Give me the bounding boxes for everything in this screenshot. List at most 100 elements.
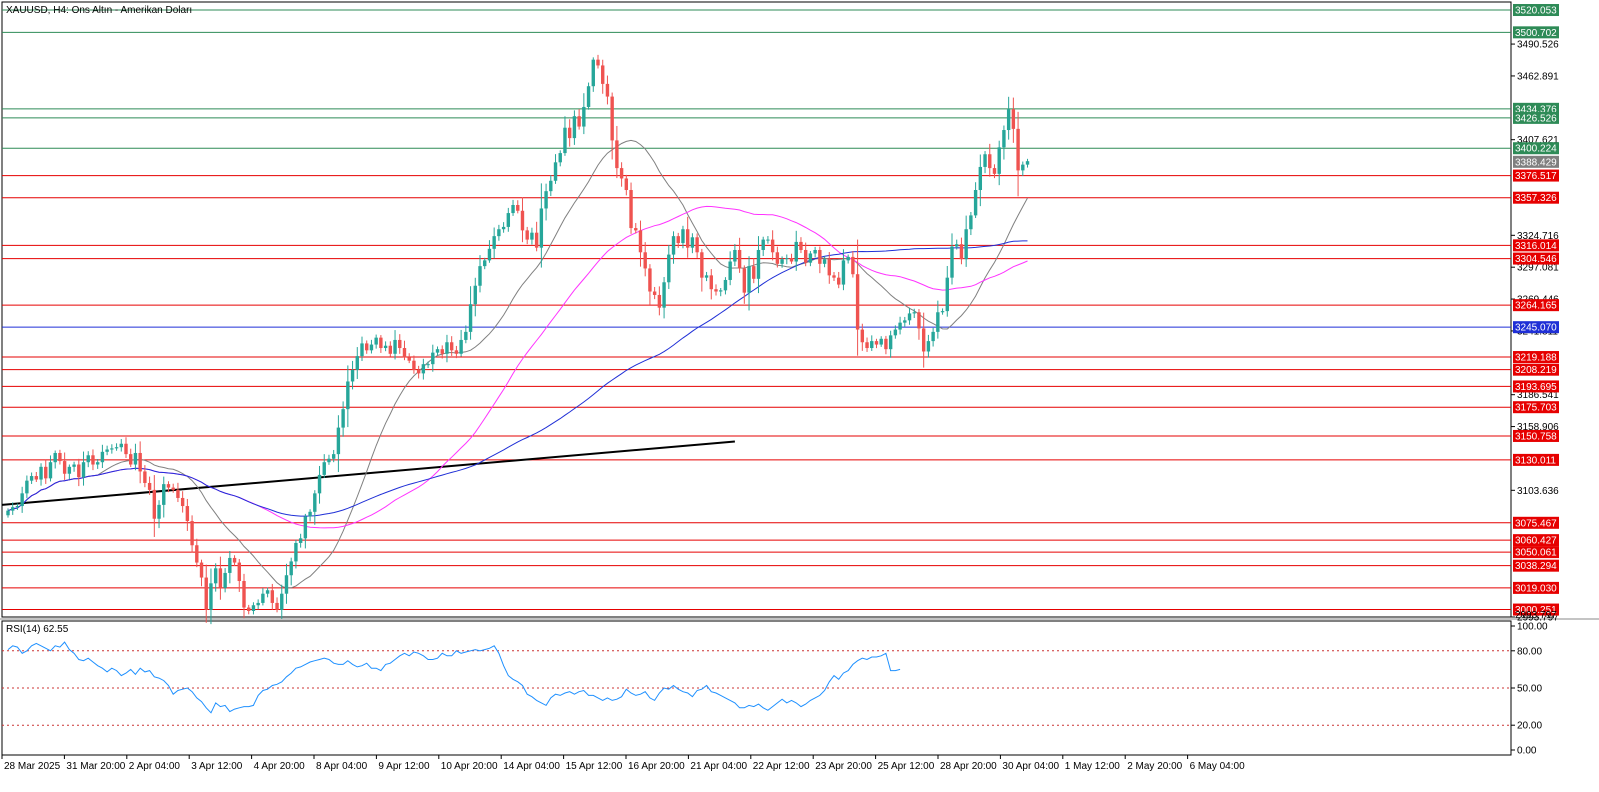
candle-up xyxy=(468,304,473,332)
candle-down xyxy=(516,204,520,211)
candle-down xyxy=(91,455,95,465)
candle-down xyxy=(742,268,747,293)
level-label: 3060.427 xyxy=(1515,536,1557,547)
candle-up xyxy=(393,339,397,354)
candle-up xyxy=(223,572,227,588)
level-label: 3175.703 xyxy=(1515,403,1557,414)
candle-down xyxy=(534,232,539,248)
time-tick-label: 8 Apr 04:00 xyxy=(316,761,368,772)
level-label: 3019.030 xyxy=(1515,583,1557,594)
time-tick-label: 28 Apr 20:00 xyxy=(940,761,997,772)
candle-up xyxy=(761,239,765,250)
candle-down xyxy=(520,210,525,231)
candle-down xyxy=(398,339,402,349)
candle-up xyxy=(459,339,463,354)
rsi-label: RSI(14) 62.55 xyxy=(6,624,69,635)
time-tick-label: 1 May 12:00 xyxy=(1065,761,1120,772)
candle-up xyxy=(261,593,265,603)
candle-down xyxy=(449,342,454,351)
price-tick-label: 3103.636 xyxy=(1517,486,1559,497)
candle-up xyxy=(964,229,968,260)
candle-down xyxy=(152,489,157,519)
candle-up xyxy=(530,232,534,240)
candle-down xyxy=(874,341,879,345)
candle-up xyxy=(728,261,732,280)
candle-up xyxy=(955,244,959,247)
candle-down xyxy=(1016,128,1020,171)
level-label: 3426.526 xyxy=(1515,113,1557,124)
candle-up xyxy=(317,474,322,494)
candle-up xyxy=(284,575,289,594)
candle-up xyxy=(940,311,945,313)
candle-down xyxy=(525,230,529,240)
candle-down xyxy=(988,154,992,169)
candle-up xyxy=(331,454,336,459)
candle-up xyxy=(228,557,232,573)
time-tick-label: 14 Apr 04:00 xyxy=(503,761,560,772)
candle-down xyxy=(652,291,657,295)
candle-down xyxy=(865,342,869,349)
candle-up xyxy=(6,510,10,516)
candle-down xyxy=(237,562,241,582)
chart-background xyxy=(0,0,1599,792)
candle-down xyxy=(138,452,142,472)
candle-up xyxy=(110,448,114,450)
candle-down xyxy=(199,562,204,578)
time-tick-label: 25 Apr 12:00 xyxy=(878,761,935,772)
candle-down xyxy=(218,568,223,588)
candle-down xyxy=(77,464,81,478)
candle-down xyxy=(992,168,997,174)
candle-up xyxy=(11,507,15,511)
candle-up xyxy=(813,249,817,254)
candle-up xyxy=(671,236,676,255)
candle-down xyxy=(643,252,647,269)
candle-down xyxy=(770,239,775,253)
price-chart[interactable]: 3490.5263462.8913407.6213324.7163297.081… xyxy=(0,0,1599,792)
time-tick-label: 10 Apr 20:00 xyxy=(441,761,498,772)
rsi-level-label: 80.00 xyxy=(1517,646,1542,657)
candle-down xyxy=(860,329,865,343)
candle-up xyxy=(119,443,123,448)
level-label: 3050.061 xyxy=(1515,548,1557,559)
candle-up xyxy=(473,285,477,305)
time-tick-label: 15 Apr 12:00 xyxy=(566,761,623,772)
candle-up xyxy=(704,275,709,278)
candle-down xyxy=(799,241,803,250)
candle-up xyxy=(945,277,949,312)
candle-down xyxy=(700,252,704,278)
candle-down xyxy=(176,489,180,498)
candle-down xyxy=(714,289,718,292)
candle-up xyxy=(544,191,548,209)
candle-up xyxy=(1021,164,1025,171)
candle-up xyxy=(322,462,326,475)
candle-up xyxy=(114,447,119,449)
candle-up xyxy=(298,538,303,543)
candle-down xyxy=(412,360,416,370)
time-tick-label: 6 May 04:00 xyxy=(1190,761,1245,772)
candle-down xyxy=(567,127,572,139)
candle-down xyxy=(601,65,605,84)
candle-up xyxy=(501,226,506,230)
candle-up xyxy=(766,239,770,241)
candle-up xyxy=(308,511,312,517)
candle-up xyxy=(497,229,501,237)
candle-up xyxy=(157,504,161,519)
candle-up xyxy=(983,154,987,167)
candle-up xyxy=(369,344,374,351)
candle-up xyxy=(907,313,912,321)
candle-down xyxy=(407,357,411,361)
candle-up xyxy=(53,452,57,463)
time-tick-label: 3 Apr 12:00 xyxy=(191,761,243,772)
candle-up xyxy=(553,162,558,181)
candle-up xyxy=(969,215,973,230)
candle-down xyxy=(379,337,383,349)
candle-down xyxy=(242,581,246,608)
candle-up xyxy=(756,249,761,279)
candle-up xyxy=(100,451,105,463)
candle-up xyxy=(903,320,907,323)
candle-up xyxy=(162,484,166,505)
candle-up xyxy=(95,462,100,465)
candle-down xyxy=(232,557,237,563)
candle-up xyxy=(936,312,940,332)
level-label: 3304.546 xyxy=(1515,254,1557,265)
